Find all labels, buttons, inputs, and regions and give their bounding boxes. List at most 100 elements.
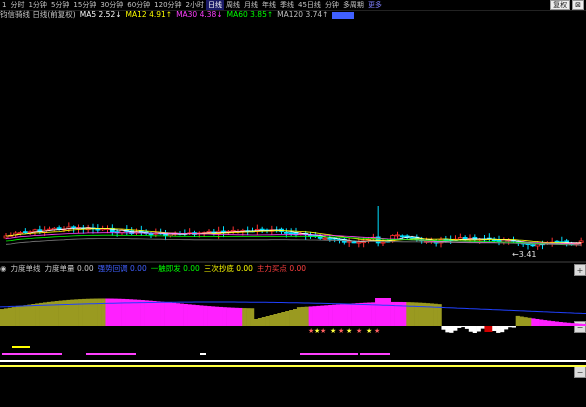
indicator-bar [293,309,298,326]
candle-body [530,244,536,247]
indicator-bar [519,316,524,326]
indicator-bar [476,326,481,332]
indicator-bar [74,299,79,326]
indicator-bar [386,298,391,326]
indicator-bar [66,299,71,326]
indicator-bar [464,326,470,329]
indicator-bar [523,317,528,326]
candle-body [95,228,101,231]
indicator-bar [484,326,489,332]
indicator-bar [156,301,161,326]
indicator-bar [488,326,493,332]
indicator-bar [39,302,44,326]
candle-body [399,235,405,238]
indicator-bar [164,302,169,326]
indicator-bar [257,318,263,326]
candle-body [356,241,362,244]
indicator-bar [70,299,75,326]
indicator-bar [31,304,36,326]
indicator-bar [230,307,235,326]
indicator-bar [375,298,380,326]
indicator-bar [347,303,352,326]
indicator-bar [511,326,516,328]
indicator-bar [226,307,231,326]
indicator-bar [371,302,376,326]
indicator-bar [171,302,177,326]
candle-body [32,229,38,233]
indicator-bar [261,317,266,326]
indicator-bar [304,306,309,326]
signal-strip [300,353,358,355]
indicator-bar [35,303,40,326]
indicator-bar [222,307,227,326]
indicator-bar [105,298,110,326]
candle-body [259,228,265,231]
indicator-bar [242,308,247,326]
indicator-bar [531,318,536,326]
indicator-bar [78,299,83,326]
indicator-bar [566,322,571,326]
indicator-bar [199,305,204,326]
indicator-bar [148,300,153,326]
indicator-bar [97,298,102,326]
low-price-label: ←3.41 [512,250,537,259]
indicator-bar [503,326,509,330]
indicator-bar [265,316,270,326]
signal-star-icon: ★ [330,327,336,335]
moving-average-lines [5,227,582,246]
indicator-bar [273,314,278,326]
signal-line [0,360,586,362]
indicator-bar [527,317,532,326]
candle-body [206,231,212,233]
indicator-bar [187,304,192,326]
indicator-bar [19,305,24,326]
indicator-bar [382,298,388,326]
indicator-bar [183,303,188,326]
indicator-bar [214,306,220,326]
indicator-bar [250,308,255,326]
signal-star-icon: ★ [320,327,326,335]
candle-body [230,229,236,232]
indicator-bar [472,326,477,333]
indicator-bar [152,300,157,326]
indicator-bar [203,305,208,326]
indicator-bar [562,322,567,326]
candle-body [288,232,294,235]
indicator-bar [535,318,540,326]
indicator-bar [496,326,501,333]
indicator-bar [582,323,586,326]
indicator-bar [570,323,575,326]
indicator-bar [359,302,364,326]
signal-strip [200,353,206,355]
indicator-bar [492,326,497,331]
indicator-bar [316,305,321,326]
indicator-bar [308,306,313,326]
indicator-bar [191,304,196,326]
signal-strip [360,353,390,355]
chart-canvas[interactable]: ★ ★ ★ ★ ★ ★ ★ ★ ★ ←3.41 [0,0,586,407]
indicator-bar [253,319,259,326]
indicator-bar [234,307,239,326]
indicator-bar [445,326,450,333]
indicator-bar [109,298,114,326]
candle-body [351,241,357,244]
signal-strip [2,353,62,355]
indicator-bar [558,321,563,326]
indicator-bar [351,303,356,326]
indicator-bar [449,326,454,333]
signal-star-icon: ★ [346,327,352,335]
signal-star-icon: ★ [356,327,362,335]
signal-strip [12,346,30,348]
indicator-bar [460,326,466,328]
indicator-bar [328,305,333,326]
indicator-bar [355,303,360,326]
indicator-bar [324,305,329,326]
indicator-bar [179,303,184,326]
indicator-bar [101,298,106,326]
indicator-bar [507,326,513,328]
indicator-bar [320,305,325,326]
indicator-bar [550,321,556,326]
indicator-bar [160,301,165,326]
indicator-bar [363,302,368,326]
indicator-bar [500,326,505,333]
